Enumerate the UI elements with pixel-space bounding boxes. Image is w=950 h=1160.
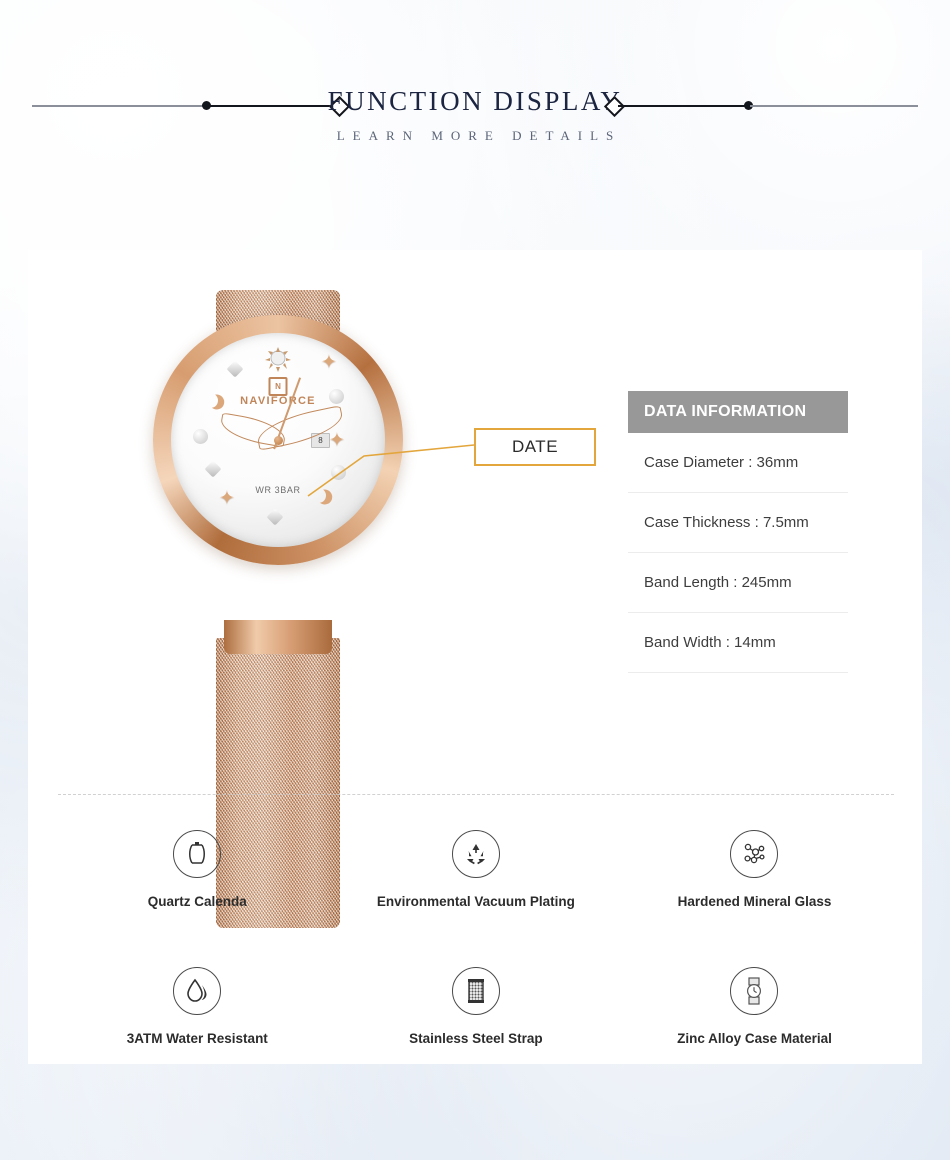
watch-case: N NAVIFORCE WR 3BAR 8 ✦ ✦ ✦: [153, 315, 403, 565]
spec-row: Case Diameter : 36mm: [628, 433, 848, 493]
feature-item-quartz-calendar: Quartz Calenda: [58, 816, 337, 953]
feature-item-steel-strap: Stainless Steel Strap: [337, 953, 616, 1090]
section-divider: [58, 794, 894, 795]
page-title: FUNCTION DISPLAY: [327, 86, 623, 116]
feature-item-water-resistant: 3ATM Water Resistant: [58, 953, 337, 1090]
feature-item-zinc-alloy-case: Zinc Alloy Case Material: [615, 953, 894, 1090]
panel-heading: DATA INFORMATION: [628, 391, 848, 433]
date-callout-box: DATE: [474, 428, 596, 466]
feature-row-2: 3ATM Water Resistant Stainless Steel Str…: [58, 953, 894, 1090]
molecule-icon: [730, 830, 779, 878]
page-subtitle: LEARN MORE DETAILS: [336, 128, 622, 143]
dial-marker-dot-3: [331, 465, 346, 480]
dial-marker-diamond-1: [226, 360, 244, 378]
date-callout-label: DATE: [511, 437, 559, 456]
data-information-panel: DATA INFORMATION Case Diameter : 36mm Ca…: [628, 391, 848, 673]
dial-marker-star-3: ✦: [219, 488, 235, 509]
dial-marker-star-2: ✦: [329, 430, 345, 451]
mesh-strap-icon: [451, 967, 500, 1015]
dial-marker-dot-2: [193, 429, 208, 444]
section-header: FUNCTION DISPLAY LEARN MORE DETAILS: [0, 72, 950, 158]
feature-grid: Quartz Calenda Environmental Vacuum Plat…: [58, 816, 894, 1090]
dial-marker-diamond-3: [266, 508, 284, 526]
recycle-icon: [451, 830, 500, 878]
feature-label: Stainless Steel Strap: [409, 1031, 543, 1046]
water-drop-icon: [173, 967, 222, 1015]
dial-marker-diamond-2: [204, 460, 222, 478]
feature-row-1: Quartz Calenda Environmental Vacuum Plat…: [58, 816, 894, 953]
watch-dial: N NAVIFORCE WR 3BAR 8 ✦ ✦ ✦: [171, 333, 385, 547]
content-card: N NAVIFORCE WR 3BAR 8 ✦ ✦ ✦ DATE DATA IN…: [28, 250, 922, 1064]
feature-label: Hardened Mineral Glass: [677, 894, 832, 909]
dial-marker-moon-1: [201, 391, 221, 411]
water-resistance-text: WR 3BAR: [255, 485, 301, 495]
dial-marker-star-1: ✦: [321, 352, 337, 373]
header-rule-right-outer: [750, 105, 918, 107]
hands-pivot: [273, 435, 283, 445]
feature-label: 3ATM Water Resistant: [126, 1031, 268, 1046]
watch-lug-bottom: [224, 620, 332, 654]
spec-row: Case Thickness : 7.5mm: [628, 493, 848, 553]
watch-case-outline-icon: [173, 830, 222, 878]
brand-logo-mark: N: [268, 377, 288, 396]
header-rule-right-inner: [618, 105, 748, 107]
feature-label: Quartz Calenda: [147, 894, 247, 909]
feature-item-vacuum-plating: Environmental Vacuum Plating: [337, 816, 616, 953]
dial-marker-dot-1: [329, 389, 344, 404]
spec-row: Band Length : 245mm: [628, 553, 848, 613]
dial-medallion-icon: [261, 345, 295, 375]
spec-row: Band Width : 14mm: [628, 613, 848, 673]
feature-label: Environmental Vacuum Plating: [376, 894, 575, 909]
feature-label: Zinc Alloy Case Material: [677, 1031, 832, 1046]
feature-item-mineral-glass: Hardened Mineral Glass: [615, 816, 894, 953]
wristwatch-icon: [730, 967, 779, 1015]
